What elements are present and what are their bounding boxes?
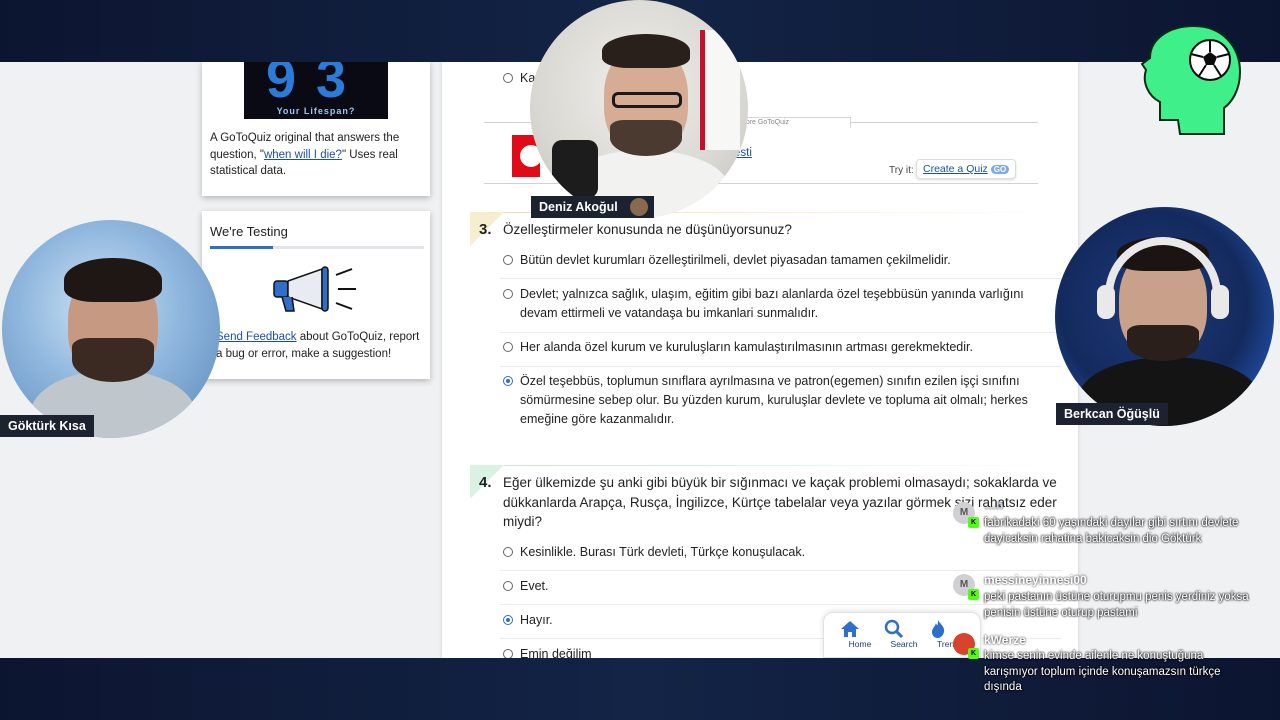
option-label: Devlet; yalnızca sağlık, ulaşım, eğitim … <box>520 287 1024 320</box>
nav-home-label: Home <box>848 639 872 649</box>
nav-home-button[interactable]: Home <box>838 619 882 649</box>
kick-badge-icon: K <box>968 589 979 600</box>
option-divider <box>500 278 1062 279</box>
question-3-option-3[interactable]: Her alanda özel kurum ve kuruluşların ka… <box>503 338 1063 357</box>
jersey-on-wall <box>700 30 740 150</box>
headphone-right-cup <box>1211 285 1229 319</box>
radio-button[interactable] <box>503 547 513 557</box>
person-beard <box>1127 325 1199 361</box>
question-3-number: 3. <box>479 221 492 238</box>
chat-text: fabrikadaki 60 yaşındaki dayılar gibi sı… <box>984 517 1239 545</box>
chat-username: messineyinnesi00 <box>984 573 1087 587</box>
streamer-avatar <box>629 198 648 216</box>
chat-username: kWerze <box>984 633 1026 647</box>
question-3-text: Özelleştirmeler konusunda ne düşünüyorsu… <box>503 222 792 237</box>
radio-button-selected[interactable] <box>503 376 513 386</box>
streamer-name-top-text: Deniz Akoğul <box>539 200 618 214</box>
streamer-name-top: Deniz Akoğul <box>531 196 654 218</box>
radio-button[interactable] <box>503 289 513 299</box>
person-hair <box>602 34 690 68</box>
person-beard <box>610 120 682 156</box>
question-3-option-1[interactable]: Bütün devlet kurumları özelleştirilmeli,… <box>503 251 1063 270</box>
go-badge: GO <box>990 165 1010 174</box>
chat-avatar-initial: M <box>959 579 969 590</box>
radio-button[interactable] <box>503 342 513 352</box>
option-divider <box>500 332 1062 333</box>
chat-text: peki pastanın üstüne oturupmu penis yerd… <box>984 591 1249 619</box>
radio-button[interactable] <box>503 581 513 591</box>
chat-username: …n <box>984 498 1004 512</box>
nav-search-button[interactable]: Search <box>882 619 926 649</box>
nav-search-label: Search <box>890 639 918 649</box>
option-label: Her alanda özel kurum ve kuruluşların ka… <box>520 340 973 354</box>
option-label: Özel teşebbüs, toplumun sınıflara ayrılm… <box>520 374 1028 426</box>
kick-badge-icon: K <box>968 517 979 528</box>
streamer-name-left: Göktürk Kısa <box>0 415 94 437</box>
more-gotoquiz-tab: More GoToQuiz <box>735 117 851 128</box>
question-3-option-2[interactable]: Devlet; yalnızca sağlık, ulaşım, eğitim … <box>503 285 1063 323</box>
send-feedback-link[interactable]: Send Feedback <box>216 331 297 343</box>
create-quiz-label: Create a Quiz <box>923 163 988 175</box>
lifespan-image-digits: 93 <box>265 62 367 109</box>
radio-button[interactable] <box>503 649 513 658</box>
create-quiz-button[interactable]: Create a Quiz GO <box>916 159 1017 179</box>
try-it-label: Try it: <box>889 165 914 176</box>
lifespan-description: A GoToQuiz original that answers the que… <box>210 130 424 180</box>
question-4-number: 4. <box>479 474 492 491</box>
live-chat-overlay: MK …n fabrikadaki 60 yaşındaki dayılar g… <box>945 498 1263 700</box>
search-icon <box>884 619 904 639</box>
webcam-right <box>1055 207 1274 426</box>
headphone-left-cup <box>1097 285 1115 319</box>
option-label: Bütün devlet kurumları özelleştirilmeli,… <box>520 253 951 267</box>
webcam-top <box>530 0 748 218</box>
megaphone-icon <box>273 266 356 312</box>
football-head-logo-icon <box>1140 24 1242 135</box>
option-divider <box>500 366 1062 367</box>
lifespan-quiz-card[interactable]: 93 Your Lifespan? A GoToQuiz original th… <box>202 62 430 196</box>
webcam-left <box>2 220 220 438</box>
chat-avatar: K <box>953 633 979 659</box>
radio-button[interactable] <box>503 73 513 83</box>
testing-card-divider <box>210 246 424 249</box>
chat-text: kimse senin evinde ailenle ne konuştuğun… <box>984 650 1221 693</box>
streamer-name-right: Berkcan Öğüşlü <box>1056 403 1168 425</box>
question-4-header-line <box>470 465 1054 466</box>
chat-avatar: MK <box>953 574 979 600</box>
microphone <box>552 140 598 198</box>
chat-avatar: MK <box>953 502 979 528</box>
when-will-i-die-link[interactable]: when will I die? <box>264 149 342 161</box>
question-3-option-4[interactable]: Özel teşebbüs, toplumun sınıflara ayrılm… <box>503 372 1063 429</box>
lifespan-quiz-image[interactable]: 93 Your Lifespan? <box>244 62 388 119</box>
person-beard <box>72 338 154 382</box>
home-icon <box>841 621 859 637</box>
testing-description: Send Feedback about GoToQuiz, report a b… <box>216 329 426 363</box>
radio-button[interactable] <box>503 255 513 265</box>
kick-badge-icon: K <box>968 648 979 659</box>
lifespan-image-caption: Your Lifespan? <box>276 106 356 116</box>
chat-avatar-initial: M <box>959 507 969 518</box>
testing-feedback-card: We're Testing Send Feedback about GoToQu… <box>202 211 430 379</box>
radio-button-selected[interactable] <box>503 615 513 625</box>
person-hair <box>64 258 162 302</box>
eyeglasses <box>612 92 682 108</box>
testing-card-title: We're Testing <box>210 224 288 239</box>
